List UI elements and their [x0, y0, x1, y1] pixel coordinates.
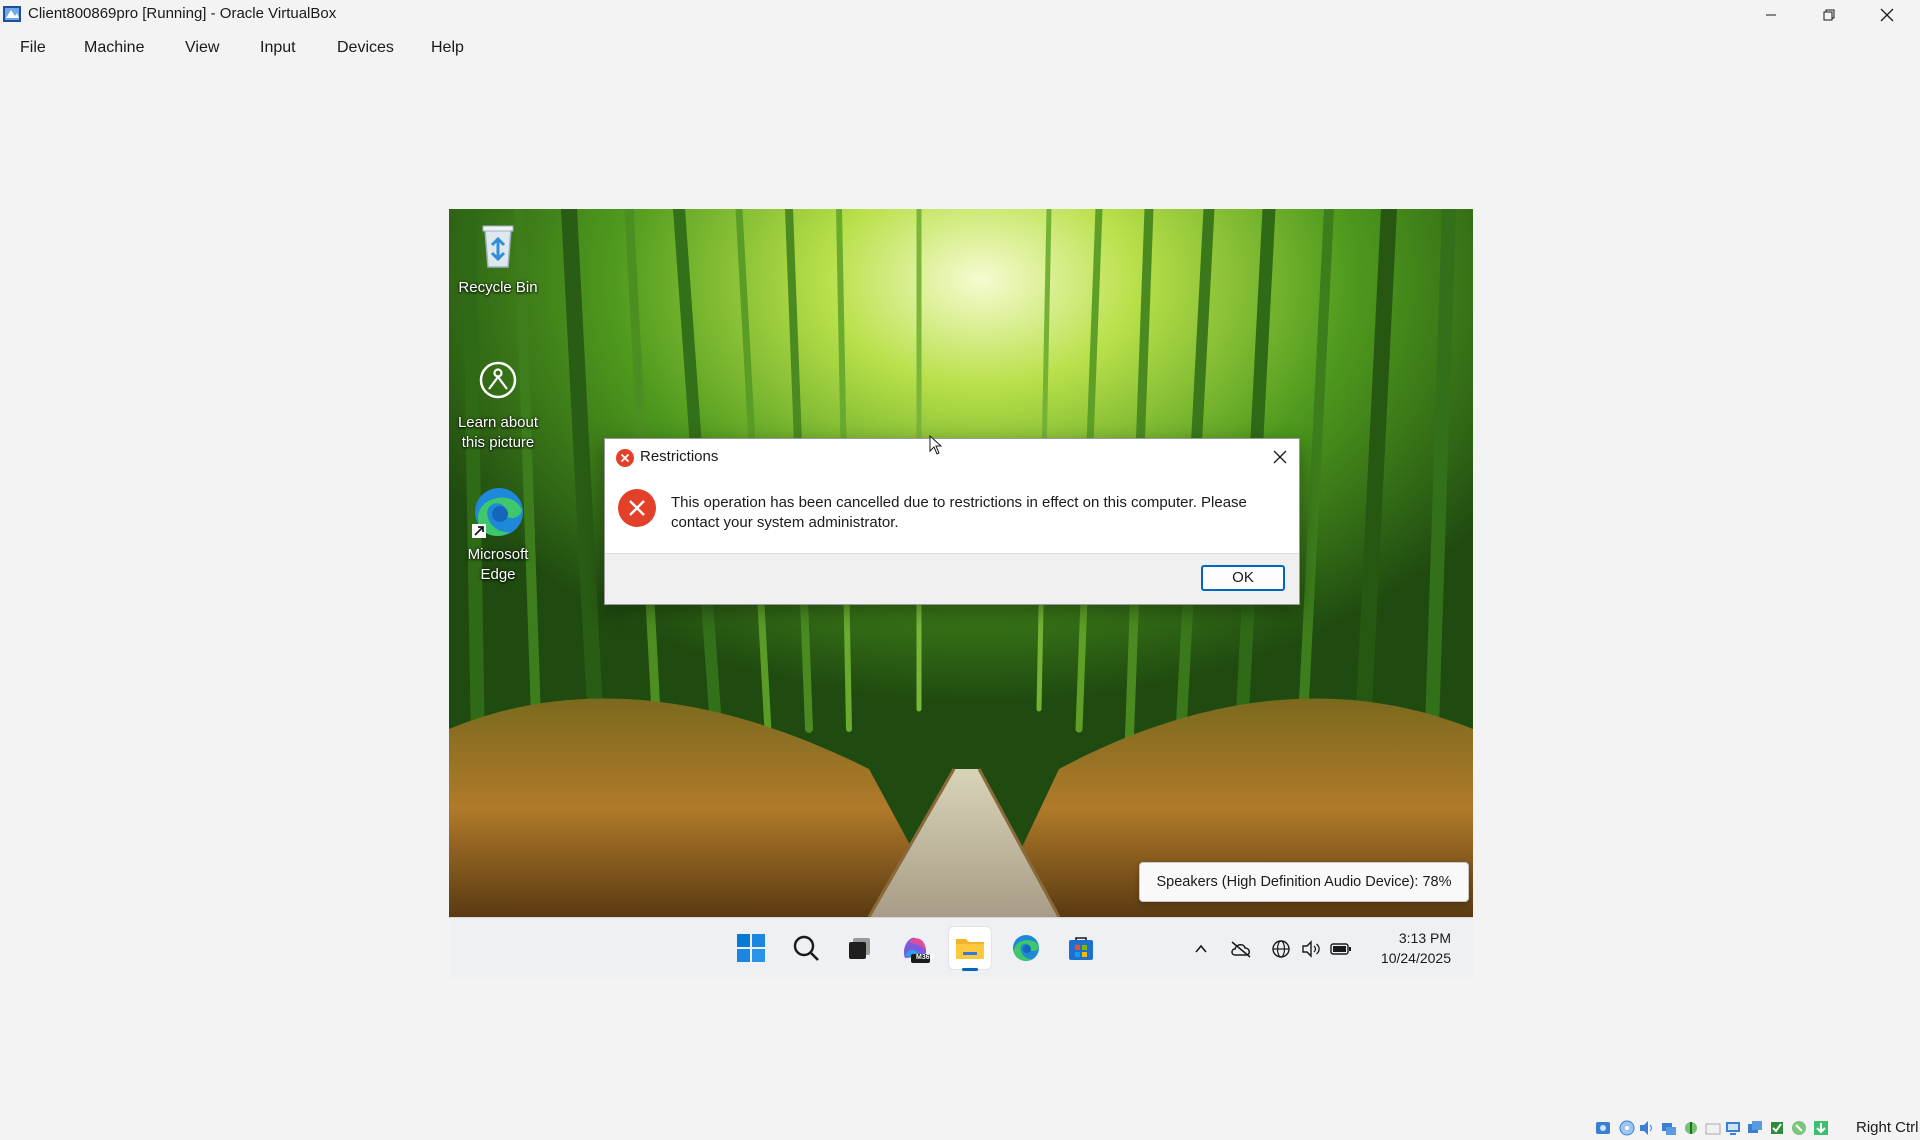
close-icon: [1880, 8, 1894, 21]
active-app-indicator: [962, 968, 978, 971]
mouse-cursor-icon: [929, 435, 943, 455]
network-icon: [1272, 940, 1290, 958]
volume-tray-button[interactable]: [1300, 938, 1322, 960]
close-icon: [1273, 450, 1287, 464]
recording-status-icon[interactable]: [1746, 1119, 1764, 1137]
minimize-button[interactable]: [1742, 0, 1800, 29]
cpu-status-icon[interactable]: [1768, 1119, 1786, 1137]
show-hidden-icons-button[interactable]: [1190, 938, 1212, 960]
virtualbox-app-icon: [3, 6, 21, 22]
error-icon: [618, 489, 656, 527]
clock-time: 3:13 PM: [1398, 930, 1451, 946]
mouse-integration-status-icon[interactable]: [1790, 1119, 1808, 1137]
edge-icon: [472, 488, 523, 538]
close-button[interactable]: [1858, 0, 1916, 29]
menu-input[interactable]: Input: [260, 39, 296, 57]
store-button[interactable]: [1060, 927, 1102, 969]
error-small-icon: [616, 449, 634, 467]
menu-view[interactable]: View: [185, 39, 219, 57]
file-explorer-icon: [956, 939, 984, 959]
vm-statusbar: Right Ctrl: [1590, 1116, 1920, 1140]
display-status-icon[interactable]: [1724, 1119, 1742, 1137]
menu-machine[interactable]: Machine: [84, 39, 144, 57]
restore-button[interactable]: [1800, 0, 1858, 29]
dialog-message: This operation has been cancelled due to…: [671, 494, 1247, 531]
battery-tray-button[interactable]: [1330, 938, 1352, 960]
desktop-icon-edge[interactable]: Microsoft Edge: [449, 484, 548, 585]
recycle-bin-label: Recycle Bin: [458, 279, 538, 296]
desktop-icon-learn-picture[interactable]: Learn about this picture: [449, 352, 548, 453]
host-key-label: Right Ctrl: [1856, 1119, 1919, 1136]
restrictions-dialog: Restrictions This operation has been can…: [604, 438, 1300, 605]
store-icon: [1069, 937, 1093, 960]
start-icon: [737, 934, 765, 962]
taskbar: M365 3:13 PM 10/24/2025: [449, 917, 1473, 977]
onedrive-tray-button[interactable]: [1230, 938, 1252, 960]
clock-date: 10/24/2025: [1380, 950, 1451, 966]
menu-devices[interactable]: Devices: [337, 39, 394, 57]
minimize-icon: [1766, 14, 1776, 15]
desktop-icon-recycle-bin[interactable]: Recycle Bin: [449, 217, 548, 298]
file-explorer-button[interactable]: [949, 927, 991, 971]
network-tray-button[interactable]: [1270, 938, 1292, 960]
battery-icon: [1330, 943, 1351, 955]
learn-picture-label: Learn about this picture: [457, 414, 539, 451]
window-titlebar: Client800869pro [Running] - Oracle Virtu…: [0, 0, 1920, 29]
dialog-close-button[interactable]: [1265, 443, 1295, 471]
hard-disk-status-icon[interactable]: [1594, 1119, 1612, 1137]
chevron-up-icon: [1195, 944, 1207, 953]
search-button[interactable]: [785, 927, 827, 969]
ok-button[interactable]: OK: [1201, 565, 1285, 591]
window-title: Client800869pro [Running] - Oracle Virtu…: [28, 5, 337, 22]
restore-icon: [1823, 9, 1835, 20]
edge-label: Microsoft Edge: [467, 546, 529, 583]
search-icon: [793, 935, 819, 961]
dialog-footer: OK: [605, 553, 1299, 604]
menu-help[interactable]: Help: [431, 39, 464, 57]
optical-drive-status-icon[interactable]: [1618, 1119, 1636, 1137]
m365-badge: M365: [916, 954, 934, 961]
network-status-icon[interactable]: [1660, 1119, 1678, 1137]
guest-screen[interactable]: Recycle Bin Learn about this picture Mic…: [449, 209, 1473, 977]
shared-folders-status-icon[interactable]: [1704, 1119, 1722, 1137]
dialog-title: Restrictions: [640, 448, 719, 465]
volume-tooltip: Speakers (High Definition Audio Device):…: [1139, 862, 1469, 902]
learn-picture-icon: [479, 361, 517, 399]
start-button[interactable]: [730, 927, 772, 969]
usb-status-icon[interactable]: [1682, 1119, 1700, 1137]
volume-icon: [1302, 940, 1320, 958]
task-view-icon: [849, 938, 870, 959]
taskbar-clock[interactable]: 3:13 PM 10/24/2025: [1381, 928, 1451, 968]
menubar: File Machine View Input Devices Help: [0, 34, 1920, 62]
recycle-bin-icon: [482, 225, 514, 268]
onedrive-icon: [1231, 941, 1251, 958]
task-view-button[interactable]: [839, 927, 881, 969]
menu-file[interactable]: File: [20, 39, 46, 57]
audio-status-icon[interactable]: [1638, 1119, 1656, 1137]
edge-taskbar-button[interactable]: [1005, 927, 1047, 969]
m365-copilot-button[interactable]: M365: [894, 927, 936, 969]
keyboard-capture-status-icon[interactable]: [1812, 1119, 1830, 1137]
edge-icon: [1013, 935, 1039, 961]
